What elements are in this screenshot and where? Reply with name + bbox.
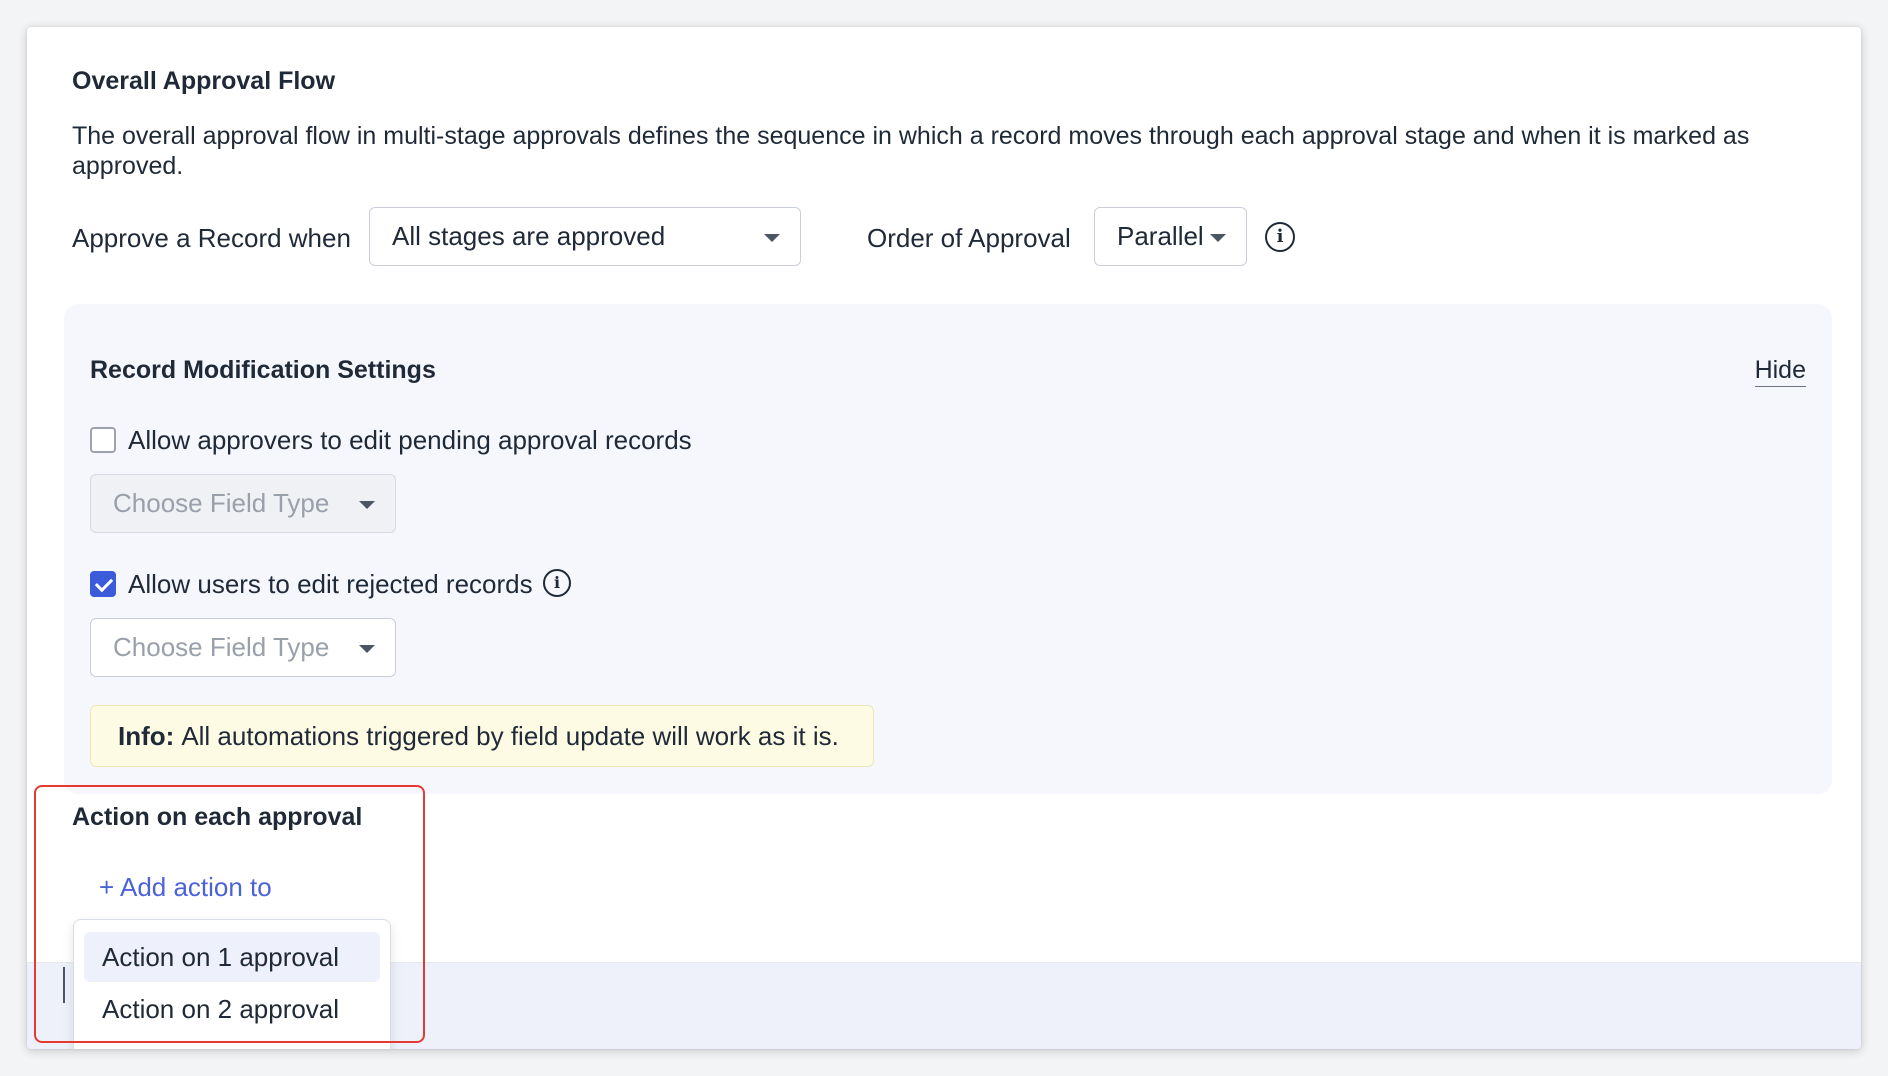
caret-down-icon — [1210, 233, 1226, 242]
section-description: The overall approval flow in multi-stage… — [72, 122, 1750, 180]
caret-down-icon — [764, 233, 780, 242]
record-modification-panel: Record Modification Settings Hide Allow … — [64, 304, 1832, 794]
allow-users-edit-rejected-checkbox[interactable] — [90, 571, 116, 597]
order-of-approval-label: Order of Approval — [867, 223, 1071, 253]
allow-users-edit-rejected-label: Allow users to edit rejected records — [128, 569, 533, 599]
rejected-field-type-value: Choose Field Type — [113, 632, 330, 662]
allow-approvers-edit-label: Allow approvers to edit pending approval… — [128, 425, 692, 455]
info-circle-icon[interactable]: i — [1265, 222, 1295, 252]
add-action-dropdown: Action on 1 approval Action on 2 approva… — [73, 919, 391, 1049]
info-circle-icon[interactable]: i — [543, 569, 571, 597]
panel-title: Record Modification Settings — [90, 356, 436, 384]
approve-condition-value: All stages are approved — [392, 221, 666, 251]
text-cursor — [63, 967, 65, 1003]
allow-approvers-edit-checkbox[interactable] — [90, 427, 116, 453]
section-title: Overall Approval Flow — [72, 67, 336, 95]
add-action-button[interactable]: + Add action to — [99, 872, 272, 903]
order-of-approval-value: Parallel — [1117, 221, 1204, 251]
approve-condition-select[interactable]: All stages are approved — [369, 207, 801, 266]
info-banner: Info: All automations triggered by field… — [90, 705, 874, 767]
pending-field-type-value: Choose Field Type — [113, 488, 330, 518]
approve-record-label: Approve a Record when — [72, 223, 351, 253]
approval-settings-window: Overall Approval Flow The overall approv… — [27, 27, 1861, 1049]
caret-down-icon — [359, 500, 375, 509]
menu-item-action-1[interactable]: Action on 1 approval — [84, 932, 380, 982]
order-of-approval-select[interactable]: Parallel — [1094, 207, 1247, 266]
pending-field-type-select[interactable]: Choose Field Type — [90, 474, 396, 533]
rejected-field-type-select[interactable]: Choose Field Type — [90, 618, 396, 677]
caret-down-icon — [359, 644, 375, 653]
info-text: All automations triggered by field updat… — [181, 720, 839, 751]
hide-link[interactable]: Hide — [1754, 356, 1806, 387]
action-section-title: Action on each approval — [72, 803, 363, 831]
menu-item-action-2[interactable]: Action on 2 approval — [84, 984, 380, 1034]
info-prefix: Info: — [118, 720, 175, 751]
